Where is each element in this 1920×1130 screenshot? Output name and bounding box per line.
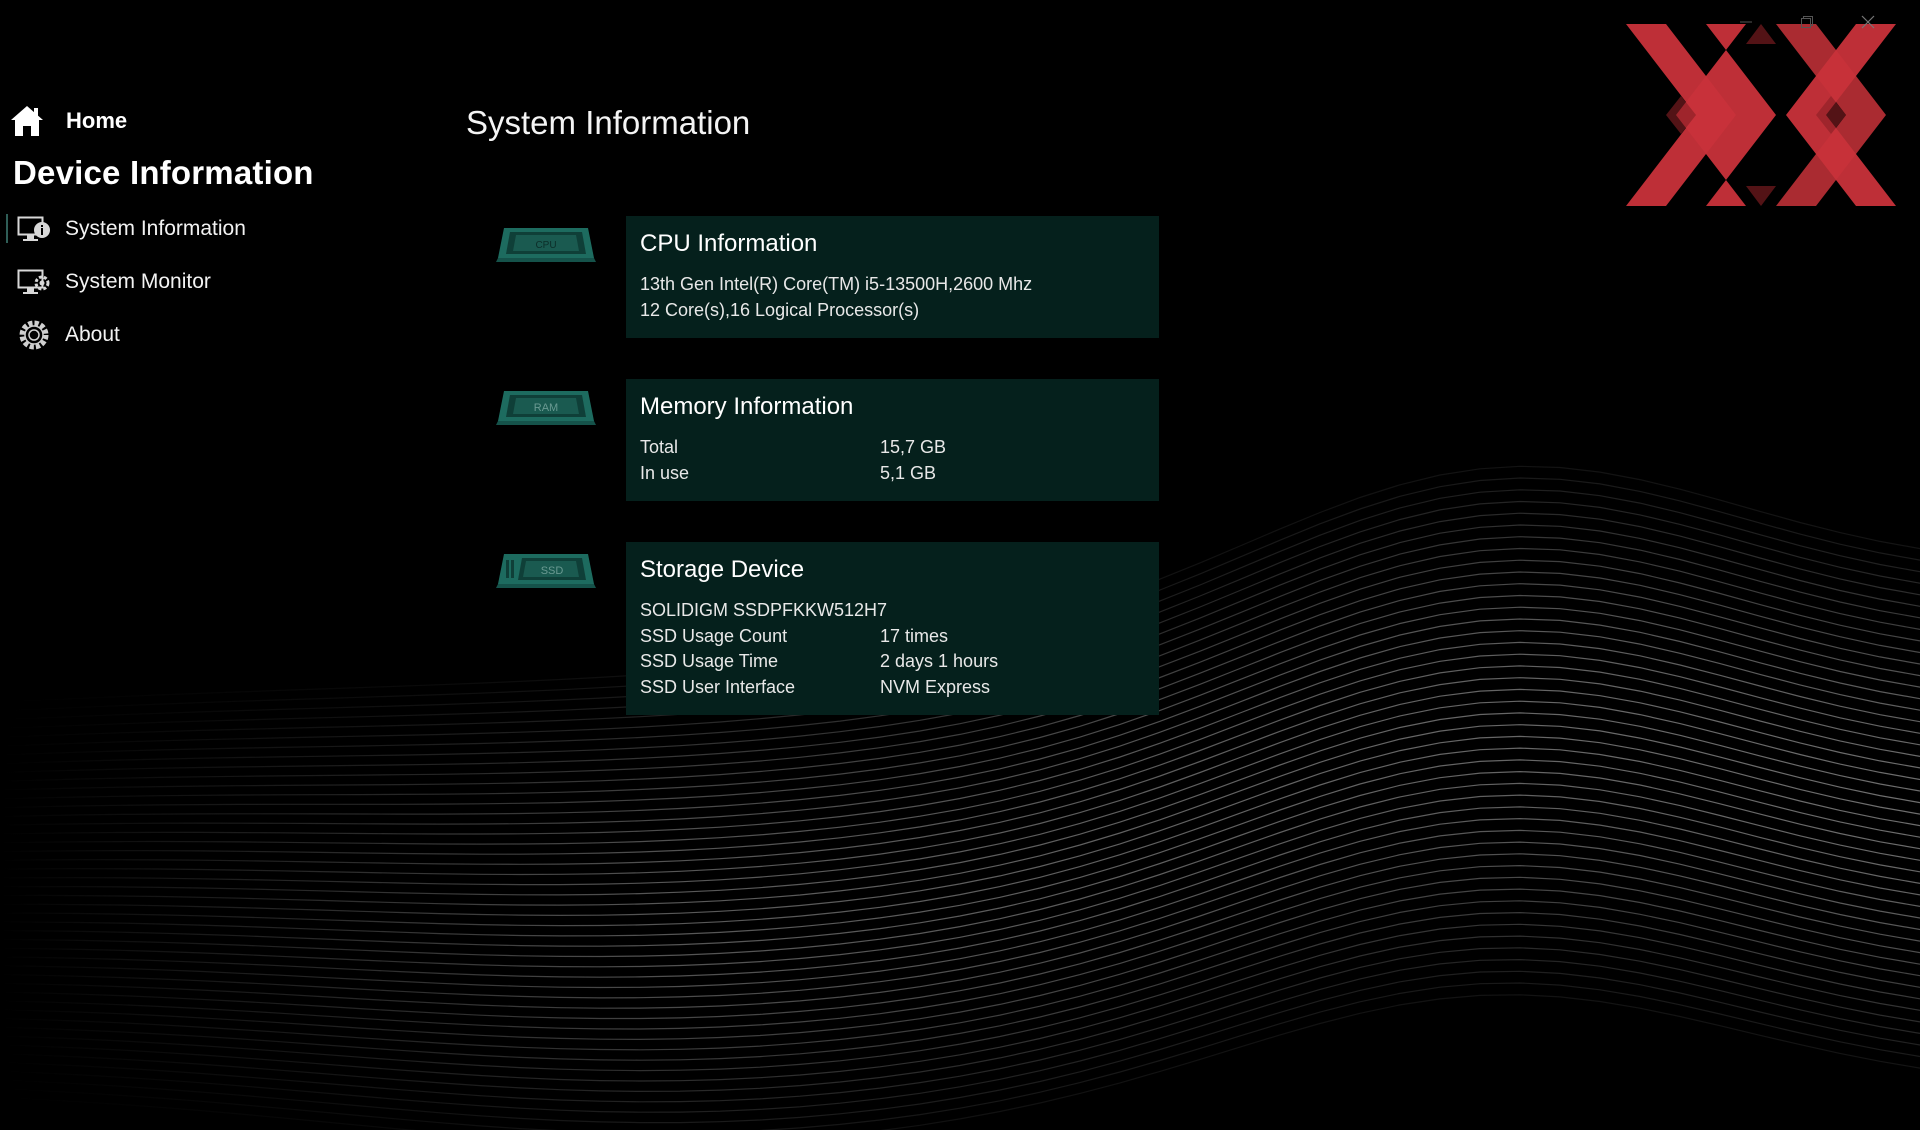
monitor-info-icon [16, 211, 52, 247]
page-title: System Information [466, 104, 751, 141]
memory-card: Memory Information Total 15,7 GB In use … [626, 379, 1159, 501]
cpu-chip-icon: CPU [496, 228, 596, 262]
storage-section: SSD Storage Device SOLIDIGM SSDPFKKW512H… [496, 542, 1159, 715]
ram-chip-icon: RAM [496, 391, 596, 425]
background-wave-line [0, 982, 1920, 1130]
restore-icon [1800, 16, 1813, 28]
cpu-model: 13th Gen Intel(R) Core(TM) i5-13500H,260… [640, 274, 1033, 294]
background-wave-line [0, 947, 1920, 1103]
background-wave-line [0, 864, 1920, 1030]
background-wave-line [0, 970, 1920, 1124]
background-wave-line [0, 794, 1920, 968]
background-wave-line [0, 923, 1920, 1082]
cpu-card: CPU Information 13th Gen Intel(R) Core(T… [626, 216, 1159, 338]
memory-row: In use 5,1 GB [640, 461, 1145, 487]
storage-key: SSD Usage Count [640, 625, 788, 646]
cpu-section: CPU CPU Information 13th Gen Intel(R) Co… [496, 216, 1159, 338]
background-wave-line [0, 958, 1920, 1113]
gear-icon [16, 317, 52, 353]
background-wave-line [0, 994, 1920, 1130]
sidebar-item-label: System Information [65, 216, 246, 240]
close-button[interactable] [1837, 8, 1898, 36]
home-icon [8, 102, 46, 140]
storage-card-title: Storage Device [640, 556, 805, 583]
sidebar-item-system-monitor[interactable]: System Monitor [0, 255, 420, 308]
memory-row: Total 15,7 GB [640, 435, 1145, 461]
storage-value: NVM Express [880, 676, 991, 697]
storage-key: SSD User Interface [640, 676, 796, 697]
background-wave-line [0, 841, 1920, 1009]
background-wave-line [0, 782, 1920, 958]
memory-value: 5,1 GB [880, 462, 937, 483]
storage-row: SSD Usage Count 17 times [640, 624, 1145, 650]
background-wave-line [0, 747, 1920, 927]
storage-value: 17 times [880, 625, 949, 646]
background-wave-line [0, 688, 1920, 876]
background-wave-line [0, 806, 1920, 978]
storage-value: 2 days 1 hours [880, 651, 999, 671]
background-wave-line [0, 712, 1920, 896]
sidebar-item-system-information[interactable]: System Information [0, 202, 420, 255]
background-wave-line [0, 853, 1920, 1020]
minimize-button[interactable] [1715, 8, 1776, 36]
background-wave-line [0, 876, 1920, 1041]
sidebar-item-label: About [65, 322, 120, 346]
home-label: Home [66, 108, 128, 133]
background-wave-line [0, 935, 1920, 1093]
minimize-icon [1739, 21, 1752, 23]
brand-logo [1626, 24, 1896, 206]
section-title: Device Information [13, 154, 314, 191]
restore-button[interactable] [1776, 8, 1837, 36]
background-wave-line [0, 900, 1920, 1061]
close-icon [1861, 15, 1874, 29]
sidebar: Home Device Information System Informati… [0, 100, 420, 361]
storage-card: Storage Device SOLIDIGM SSDPFKKW512H7 SS… [626, 542, 1159, 715]
background-wave-line [0, 817, 1920, 989]
app-window: Home Device Information System Informati… [0, 0, 1920, 1130]
background-wave-line [0, 888, 1920, 1051]
sidebar-item-about[interactable]: About [0, 308, 420, 361]
background-wave-line [0, 770, 1920, 947]
storage-model: SOLIDIGM SSDPFKKW512H7 [640, 600, 888, 620]
cpu-chip-label: CPU [535, 240, 556, 251]
ssd-chip-label: SSD [541, 565, 564, 577]
storage-row: SSD Usage Time 2 days 1 hours [640, 649, 1145, 675]
sidebar-item-label: System Monitor [65, 269, 211, 293]
memory-value: 15,7 GB [880, 437, 947, 457]
monitor-gear-icon [16, 264, 52, 300]
cpu-card-title: CPU Information [640, 230, 818, 257]
background-wave-line [0, 911, 1920, 1072]
ssd-chip-icon: SSD [496, 554, 596, 588]
memory-key: Total [640, 437, 679, 457]
cpu-cores: 12 Core(s),16 Logical Processor(s) [640, 299, 920, 320]
memory-key: In use [640, 462, 690, 483]
background-wave-line [0, 759, 1920, 937]
memory-section: RAM Memory Information Total 15,7 GB In … [496, 379, 1159, 501]
background-wave-line [0, 700, 1920, 886]
window-controls [1715, 8, 1898, 36]
background-wave-line [0, 829, 1920, 999]
background-wave-line [0, 724, 1920, 906]
ram-chip-label: RAM [534, 402, 558, 414]
background-wave-line [0, 735, 1920, 917]
storage-row: SSD User Interface NVM Express [640, 675, 1145, 701]
memory-card-title: Memory Information [640, 393, 854, 420]
home-button[interactable]: Home [0, 100, 420, 142]
storage-key: SSD Usage Time [640, 651, 779, 671]
